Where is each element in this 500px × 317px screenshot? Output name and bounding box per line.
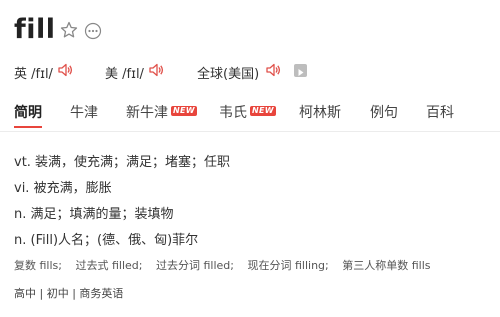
tab-new-oxford[interactable]: 新牛津 [126,102,168,122]
tab-webster[interactable]: 韦氏 [219,102,247,122]
play-video-button[interactable] [294,64,307,77]
definition-line: vt. 装满，使充满；满足；堵塞；任职 [14,155,231,170]
star-icon[interactable] [60,21,78,39]
tab-oxford[interactable]: 牛津 [70,102,98,122]
speaker-icon-global[interactable] [265,62,281,78]
tab-concise[interactable]: 简明 [14,102,42,122]
more-icon[interactable] [84,22,102,40]
pron-global-region: 全球(美国) [197,67,260,82]
tabs-divider [0,131,500,132]
word-form-past-participle: 过去分词 filled; [155,259,234,272]
definition-line: n. 满足；填满的量；装填物 [14,207,174,222]
speaker-icon-uk[interactable] [57,62,73,78]
tab-examples[interactable]: 例句 [370,102,398,122]
word-form-past: 过去式 filled; [75,259,143,272]
tab-encyclopedia[interactable]: 百科 [426,102,454,122]
word-forms: 复数 fills; 过去式 filled; 过去分词 filled; 现在分词 … [14,257,431,273]
pron-us: 美 /fɪl/ [105,63,144,82]
pron-global: 全球(美国) [197,63,259,82]
pron-uk-region: 英 [14,67,28,82]
tab-collins[interactable]: 柯林斯 [299,102,341,122]
word-form-plural: 复数 fills; [14,259,62,272]
pron-uk-ipa: /fɪl/ [31,67,53,82]
new-badge-webster: NEW [250,106,276,116]
active-tab-indicator [14,126,42,128]
pron-uk: 英 /fɪl/ [14,63,53,82]
pron-us-region: 美 [105,67,119,82]
headword: fill [14,14,56,45]
speaker-icon-us[interactable] [148,62,164,78]
dictionary-tabs: 简明 牛津 新牛津 NEW 韦氏 NEW 柯林斯 例句 百科 [0,102,500,130]
pron-us-ipa: /fɪl/ [122,67,144,82]
definition-line: vi. 被充满，膨胀 [14,181,112,196]
exam-levels: 高中 | 初中 | 商务英语 [14,287,124,300]
word-form-present-participle: 现在分词 filling; [247,259,329,272]
definition-line: n. (Fill)人名；(德、俄、匈)菲尔 [14,233,199,248]
play-icon [298,69,304,76]
word-form-third-person: 第三人称单数 fills [342,259,431,272]
new-badge-new-oxford: NEW [171,106,197,116]
